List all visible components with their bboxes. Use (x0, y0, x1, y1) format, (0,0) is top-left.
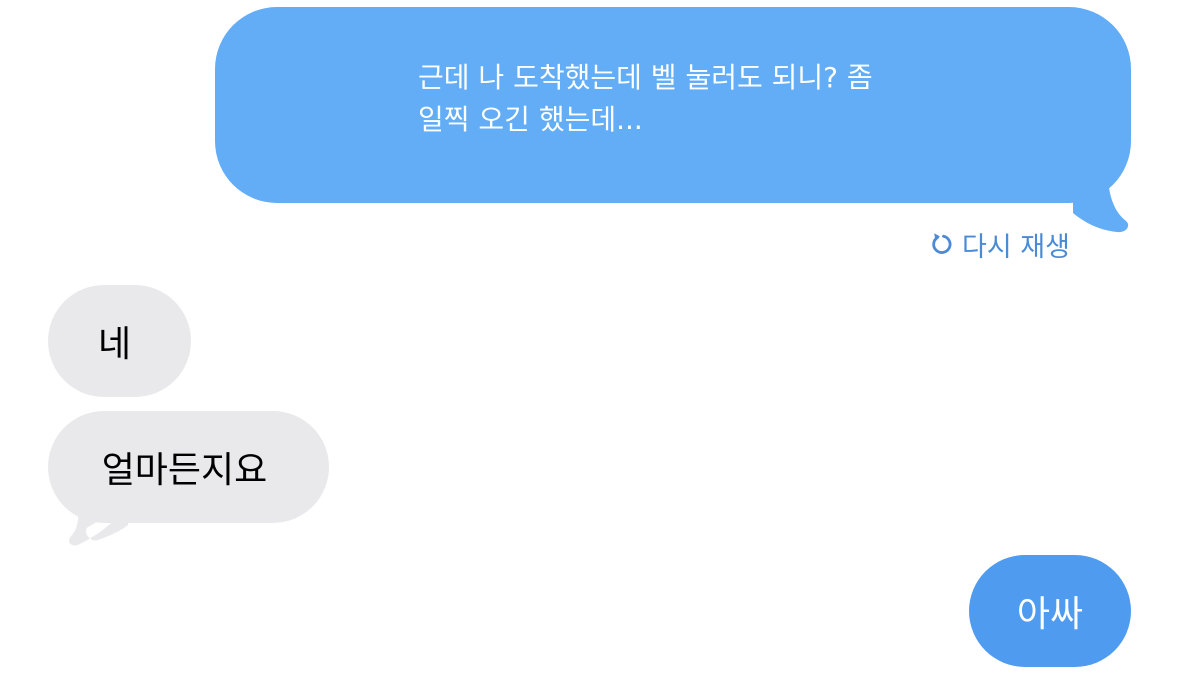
replay-label: 다시 재생 (962, 231, 1070, 263)
replay-button[interactable]: 다시 재생 (928, 224, 1070, 264)
message-text: 얼마든지요 (101, 450, 268, 491)
message-thread: 근데 나 도착했는데 벨 눌러도 되니? 좀 일찍 오긴 했는데... 다시 재… (0, 0, 1179, 677)
incoming-message-bubble[interactable]: 얼마든지요 (48, 411, 329, 546)
message-text: 아싸 (1016, 594, 1084, 635)
replay-icon (932, 233, 952, 254)
outgoing-message-bubble[interactable]: 아싸 (969, 555, 1131, 667)
outgoing-message-bubble[interactable]: 근데 나 도착했는데 벨 눌러도 되니? 좀 일찍 오긴 했는데... (215, 7, 1131, 233)
bubble-body: 얼마든지요 (48, 411, 329, 523)
incoming-message-bubble[interactable]: 네 (48, 285, 191, 397)
bubble-body: 아싸 (969, 555, 1131, 667)
message-text: 근데 나 도착했는데 벨 눌러도 되니? 좀 일찍 오긴 했는데... (418, 61, 873, 136)
bubble-body: 네 (48, 285, 191, 397)
bubble-body: 근데 나 도착했는데 벨 눌러도 되니? 좀 일찍 오긴 했는데... (215, 7, 1131, 203)
message-text: 네 (97, 324, 132, 365)
